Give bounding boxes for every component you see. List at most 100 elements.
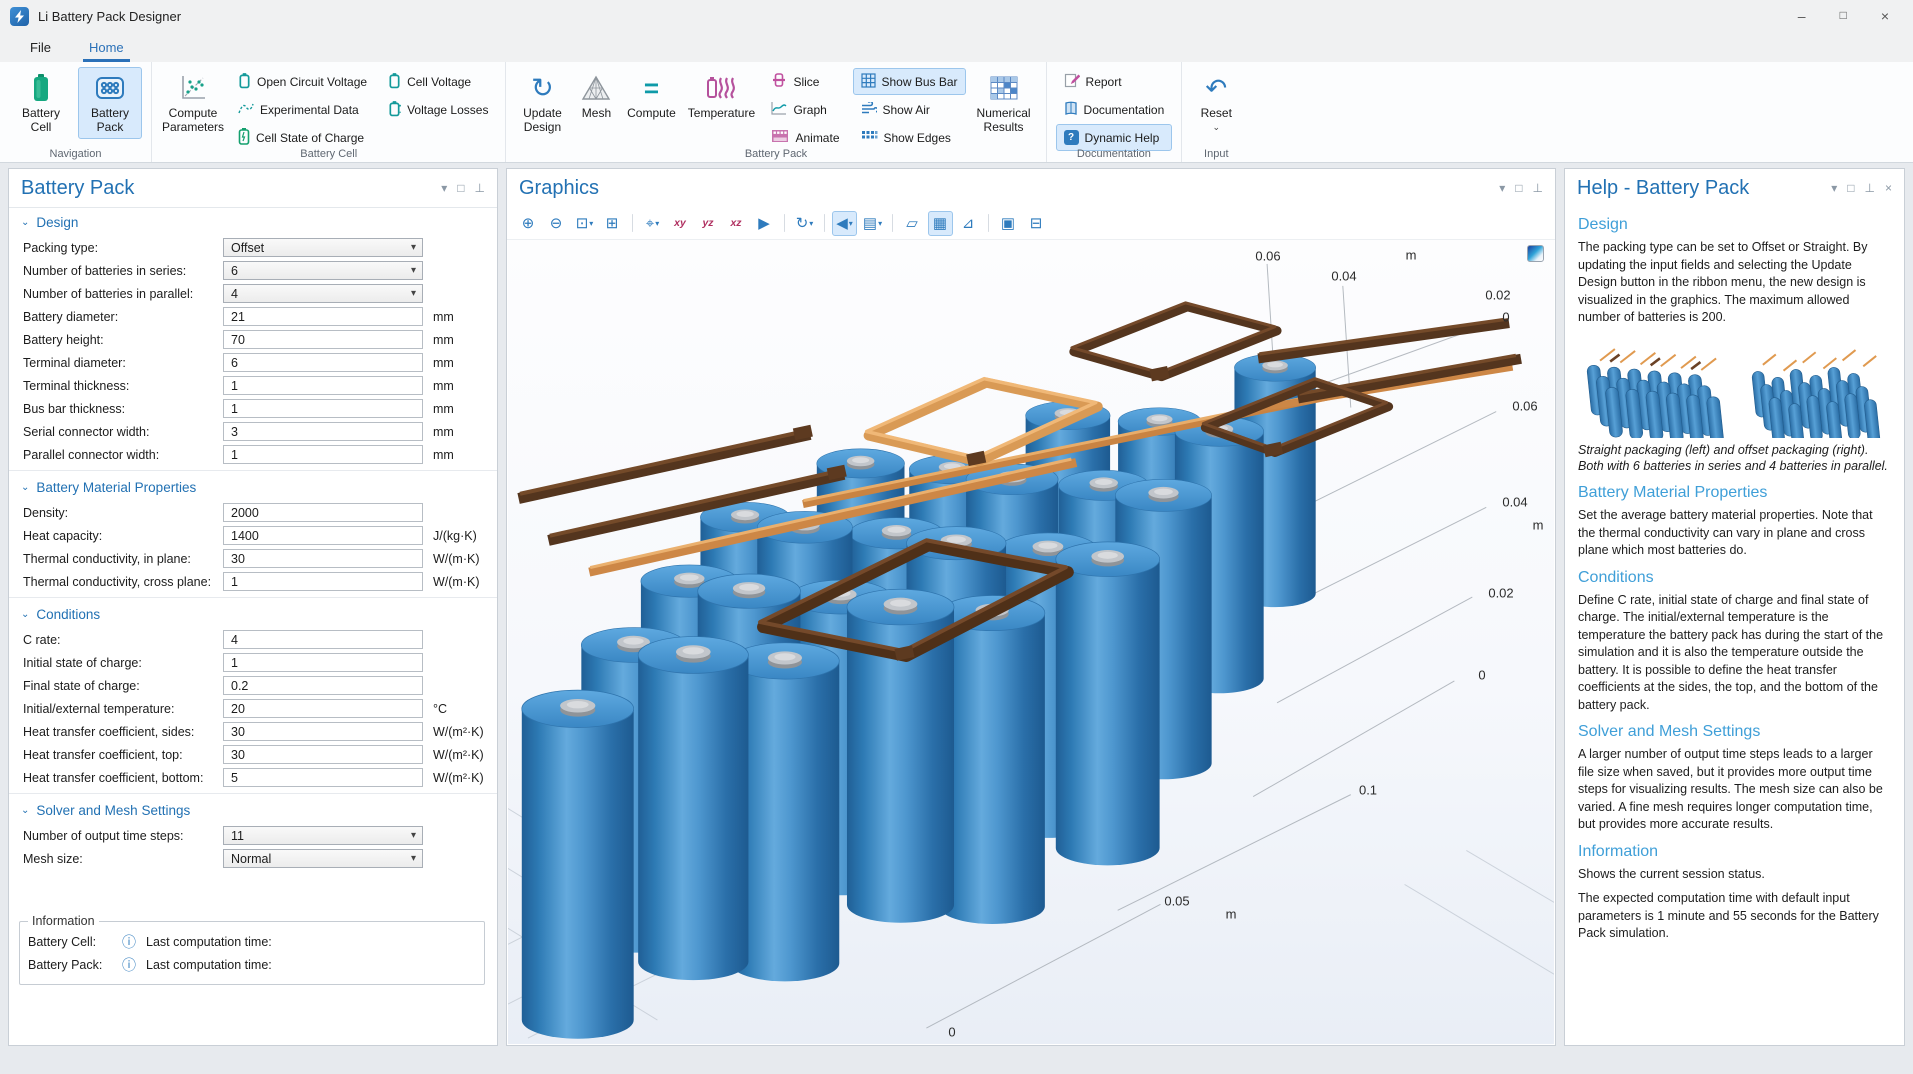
graphics-toolbar-button[interactable]	[824, 214, 825, 232]
graph-button[interactable]: Graph	[763, 96, 847, 123]
open-circuit-voltage-button[interactable]: Open Circuit Voltage	[230, 68, 375, 95]
color-legend-toggle-icon[interactable]	[1527, 245, 1544, 262]
section-design[interactable]: ⌄ Design	[9, 208, 497, 236]
field-control[interactable]: 3	[223, 422, 423, 441]
graphics-toolbar-button[interactable]	[784, 214, 785, 232]
show-edges-button[interactable]: Show Edges	[853, 124, 966, 151]
tab-file[interactable]: File	[24, 35, 57, 62]
field-control[interactable]: 4	[223, 630, 423, 649]
print-icon[interactable]: ⊟	[1024, 211, 1049, 236]
dynamic-help-button[interactable]: ? Dynamic Help	[1056, 124, 1173, 151]
reset-button[interactable]: ↶ Reset ⌄	[1191, 67, 1241, 139]
maximize-icon[interactable]: □	[1840, 9, 1847, 23]
field-control[interactable]: 2000	[223, 503, 423, 522]
minimize-icon[interactable]: –	[1798, 9, 1806, 23]
report-button[interactable]: Report	[1056, 68, 1173, 95]
transparency-icon[interactable]: ▱	[900, 211, 925, 236]
animate-button[interactable]: Animate	[763, 124, 847, 151]
field-control[interactable]: 1	[223, 445, 423, 464]
panel-pin-icon[interactable]: ⊥	[475, 181, 485, 195]
field-control[interactable]: 6	[223, 261, 423, 280]
zoom-box-icon[interactable]: ⊡ ▾	[572, 211, 597, 236]
panel-pin-icon[interactable]: ⊥	[1533, 181, 1543, 195]
tab-home[interactable]: Home	[83, 35, 130, 62]
slice-button[interactable]: Slice	[763, 68, 847, 95]
field-control[interactable]: 4	[223, 284, 423, 303]
zoom-in-icon[interactable]: ⊕	[516, 211, 541, 236]
cell-voltage-button[interactable]: Cell Voltage	[380, 68, 496, 95]
default-view-icon[interactable]: ⌖ ▾	[640, 211, 665, 236]
show-bus-bar-button[interactable]: Show Bus Bar	[853, 68, 966, 95]
section-battery-material-properties[interactable]: ⌄ Battery Material Properties	[9, 473, 497, 501]
panel-pin-icon[interactable]: ⊥	[1865, 181, 1875, 195]
panel-menu-icon[interactable]: ▾	[1831, 181, 1837, 195]
close-icon[interactable]: ×	[1881, 9, 1889, 23]
scene-light-icon[interactable]: ▤ ▾	[860, 211, 885, 236]
field-control[interactable]: 30	[223, 549, 423, 568]
zoom-extents-icon[interactable]: ⊞	[600, 211, 625, 236]
info-icon[interactable]: ⓘ	[122, 958, 136, 972]
field-control[interactable]: Offset	[223, 238, 423, 257]
battery-pack-button[interactable]: Battery Pack	[78, 67, 142, 139]
panel-float-icon[interactable]: □	[1515, 181, 1522, 195]
zoom-out-icon[interactable]: ⊖	[544, 211, 569, 236]
mesh-button[interactable]: Mesh	[574, 67, 618, 139]
numerical-results-button[interactable]: Numerical Results	[971, 67, 1037, 139]
documentation-button[interactable]: Documentation	[1056, 96, 1173, 123]
temperature-button[interactable]: Temperature	[684, 67, 758, 139]
section-solver-and-mesh-settings[interactable]: ⌄ Solver and Mesh Settings	[9, 796, 497, 824]
compute-button[interactable]: = Compute	[623, 67, 679, 139]
field-unit: W/(m·K)	[433, 575, 480, 589]
close-icon[interactable]: ×	[1885, 181, 1892, 195]
compute-parameters-button[interactable]: Compute Parameters	[161, 67, 225, 139]
snapshot-icon[interactable]: ▣	[996, 211, 1021, 236]
field-control[interactable]: 11	[223, 826, 423, 845]
field-control[interactable]: 1400	[223, 526, 423, 545]
field-control[interactable]: 1	[223, 653, 423, 672]
graphics-toolbar-button[interactable]	[988, 214, 989, 232]
info-icon[interactable]: ⓘ	[122, 935, 136, 949]
field-control[interactable]: 6	[223, 353, 423, 372]
field-control[interactable]: 0.2	[223, 676, 423, 695]
field-control[interactable]: 1	[223, 572, 423, 591]
movie-icon[interactable]: ▶	[752, 211, 777, 236]
field-control[interactable]: Normal	[223, 849, 423, 868]
show-air-button[interactable]: Show Air	[853, 96, 966, 123]
voltage-losses-button[interactable]: Voltage Losses	[380, 96, 496, 123]
experimental-data-button[interactable]: Experimental Data	[230, 96, 375, 123]
view-xy-icon[interactable]: xy	[668, 211, 693, 236]
sound-icon[interactable]: ◀ ▾	[832, 211, 857, 236]
field-control[interactable]: 30	[223, 745, 423, 764]
field-control[interactable]: 1	[223, 399, 423, 418]
view-yz-icon[interactable]: yz	[696, 211, 721, 236]
field-control[interactable]: 30	[223, 722, 423, 741]
graphics-toolbar-button[interactable]	[632, 214, 633, 232]
help-figure-caption: Straight packaging (left) and offset pac…	[1578, 442, 1891, 476]
graphics-toolbar-button[interactable]	[892, 214, 893, 232]
settings-row: Terminal diameter: 6 mm	[9, 351, 497, 374]
field-control[interactable]: 21	[223, 307, 423, 326]
axis-orientation-icon[interactable]: ⊿	[956, 211, 981, 236]
panel-float-icon[interactable]: □	[457, 181, 464, 195]
ribbon: Battery Cell Battery Pack Navigation Com…	[0, 62, 1913, 163]
graphics-panel-title: Graphics	[519, 177, 599, 200]
graphics-3d-view[interactable]: 0.06 0.04 m 0.02 0 0.06 0.04 m 0.02 0 0.…	[508, 240, 1554, 1044]
menu-bar: File Home	[0, 32, 1913, 62]
update-design-button[interactable]: ↻ Update Design	[515, 67, 569, 139]
panel-float-icon[interactable]: □	[1847, 181, 1854, 195]
section-conditions[interactable]: ⌄ Conditions	[9, 600, 497, 628]
field-control[interactable]: 5	[223, 768, 423, 787]
field-control[interactable]: 20	[223, 699, 423, 718]
battery-cell-button[interactable]: Battery Cell	[9, 67, 73, 139]
panel-menu-icon[interactable]: ▾	[441, 181, 447, 195]
cell-state-of-charge-button[interactable]: Cell State of Charge	[230, 124, 375, 151]
view-xz-icon[interactable]: xz	[724, 211, 749, 236]
rotate-icon[interactable]: ↻ ▾	[792, 211, 817, 236]
panel-menu-icon[interactable]: ▾	[1499, 181, 1505, 195]
show-grid-icon[interactable]: ▦	[928, 211, 953, 236]
offset-packing-thumbnail	[1745, 342, 1891, 438]
reset-dropdown-icon[interactable]: ⌄	[1212, 122, 1220, 132]
field-control[interactable]: 70	[223, 330, 423, 349]
title-bar: Li Battery Pack Designer – □ ×	[0, 0, 1913, 32]
field-control[interactable]: 1	[223, 376, 423, 395]
